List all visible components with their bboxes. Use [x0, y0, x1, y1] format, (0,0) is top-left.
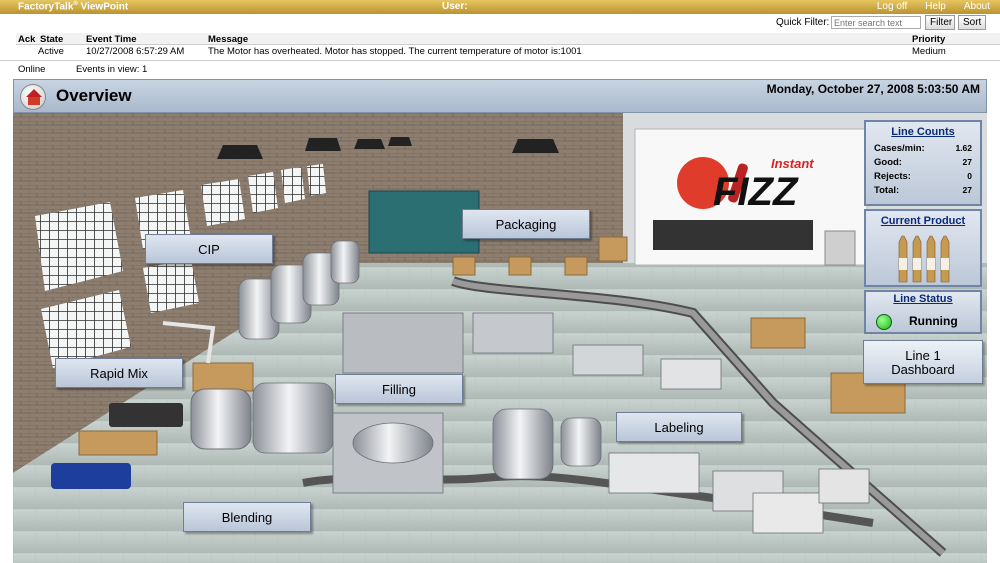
count-label: Cases/min: — [874, 143, 925, 154]
alarm-row[interactable]: Active 10/27/2008 6:57:29 AM The Motor h… — [16, 45, 1000, 58]
date-time: Monday, October 27, 2008 5:03:50 AM — [766, 82, 980, 96]
brand-small-text: Instant — [771, 156, 814, 171]
quick-filter-label: Quick Filter: — [776, 17, 830, 28]
count-value: 27 — [962, 185, 972, 195]
count-row: Cases/min: 1.62 — [866, 143, 980, 157]
area-filling-button[interactable]: Filling — [335, 374, 463, 404]
help-link[interactable]: Help — [925, 1, 946, 12]
column-ack[interactable]: Ack — [18, 34, 35, 45]
area-blending-button[interactable]: Blending — [183, 502, 311, 532]
page-title: Overview — [56, 86, 132, 105]
product-bottles-image — [898, 235, 950, 283]
line-dashboard-button[interactable]: Line 1 Dashboard — [863, 340, 983, 384]
alarm-table-header: Ack State Event Time Message Priority — [16, 33, 1000, 45]
count-row: Good: 27 — [866, 157, 980, 171]
running-indicator-icon — [876, 314, 892, 330]
count-value: 0 — [967, 171, 972, 181]
logoff-link[interactable]: Log off — [877, 1, 907, 12]
area-cip-button[interactable]: CIP — [145, 234, 273, 264]
dashboard-line2: Dashboard — [891, 362, 955, 377]
column-event-time[interactable]: Event Time — [86, 34, 137, 45]
app-title: FactoryTalk® ViewPoint — [18, 1, 129, 13]
area-rapid-mix-button[interactable]: Rapid Mix — [55, 358, 183, 388]
dashboard-line1: Line 1 — [905, 348, 941, 363]
plant-floor-scene: Instant FIZZ CIP Packaging Rapid Mix Fil… — [13, 113, 987, 563]
area-packaging-button[interactable]: Packaging — [462, 209, 590, 239]
column-priority[interactable]: Priority — [912, 34, 945, 45]
count-label: Rejects: — [874, 171, 911, 182]
home-icon[interactable] — [20, 84, 46, 110]
plant-floor-illustration: Instant FIZZ — [13, 113, 987, 563]
alarm-priority: Medium — [912, 46, 946, 57]
alarm-state: Active — [38, 46, 64, 57]
alarm-status-bar: Online Events in view: 1 — [0, 60, 1000, 77]
current-product-title[interactable]: Current Product — [866, 215, 980, 227]
line-status-value: Running — [909, 314, 958, 328]
line-status-panel: Line Status Running — [864, 290, 982, 334]
line-status-title[interactable]: Line Status — [866, 293, 980, 305]
count-row: Rejects: 0 — [866, 171, 980, 185]
count-label: Total: — [874, 185, 900, 196]
count-label: Good: — [874, 157, 902, 168]
line-counts-title[interactable]: Line Counts — [866, 126, 980, 138]
overview-header: Overview Monday, October 27, 2008 5:03:5… — [13, 79, 987, 113]
count-value: 1.62 — [955, 143, 972, 153]
area-labeling-button[interactable]: Labeling — [616, 412, 742, 442]
quick-filter-input[interactable] — [831, 16, 921, 29]
column-state[interactable]: State — [40, 34, 63, 45]
user-label: User: — [442, 1, 468, 12]
alarm-message: The Motor has overheated. Motor has stop… — [208, 46, 582, 57]
top-links: Log off Help About — [877, 1, 990, 12]
line-counts-panel: Line Counts Cases/min: 1.62 Good: 27 Rejec… — [864, 120, 982, 206]
brand-big-text: FIZZ — [713, 170, 799, 214]
app-title-bar: FactoryTalk® ViewPoint User: Log off Hel… — [0, 0, 1000, 14]
events-count: Events in view: 1 — [76, 64, 148, 75]
alarm-table: Ack State Event Time Message Priority Ac… — [16, 33, 1000, 58]
count-row: Total: 27 — [866, 185, 980, 199]
alarm-filter-row: Quick Filter: Filter Sort — [0, 14, 1000, 31]
about-link[interactable]: About — [964, 1, 990, 12]
online-status: Online — [18, 64, 46, 75]
sort-button[interactable]: Sort — [958, 15, 986, 30]
filter-button[interactable]: Filter — [925, 15, 955, 30]
column-message[interactable]: Message — [208, 34, 248, 45]
count-value: 27 — [962, 157, 972, 167]
current-product-panel: Current Product — [864, 209, 982, 287]
alarm-event-time: 10/27/2008 6:57:29 AM — [86, 46, 185, 57]
